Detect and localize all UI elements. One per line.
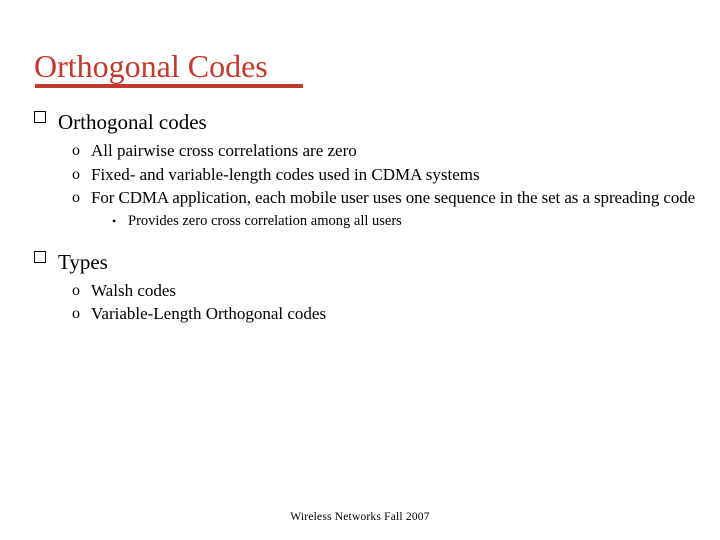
bullet-level2-item: o All pairwise cross correlations are ze… xyxy=(0,139,720,163)
slide-footer: Wireless Networks Fall 2007 xyxy=(290,511,430,523)
bullet-level1-orthogonal-codes: Orthogonal codes xyxy=(0,108,720,137)
slide-canvas: Orthogonal Codes Orthogonal codes o All … xyxy=(0,0,720,540)
page-title-text: Orthogonal Codes xyxy=(34,48,268,84)
box-bullet-icon xyxy=(34,249,52,267)
bullet-level1-label: Orthogonal codes xyxy=(58,110,207,134)
page-title: Orthogonal Codes xyxy=(34,48,268,84)
bullet-level2-item: o Fixed- and variable-length codes used … xyxy=(0,163,720,187)
bullet-level2-label: All pairwise cross correlations are zero xyxy=(91,141,357,160)
bullet-level2-label: Variable-Length Orthogonal codes xyxy=(91,304,327,323)
bullet-level2-label: Fixed- and variable-length codes used in… xyxy=(91,164,480,184)
title-underline xyxy=(35,84,303,88)
o-bullet-icon: o xyxy=(72,142,80,159)
o-bullet-icon: o xyxy=(72,189,80,206)
bullet-level3-item: • Provides zero cross correlation among … xyxy=(0,210,720,232)
dot-bullet-icon: • xyxy=(112,213,117,228)
o-bullet-icon: o xyxy=(72,281,80,299)
bullet-level3-label: Provides zero cross correlation among al… xyxy=(128,212,402,229)
bullet-level1-label: Types xyxy=(58,249,108,274)
bullet-level2-label: Walsh codes xyxy=(91,280,177,300)
bullet-level2-item: o For CDMA application, each mobile user… xyxy=(0,186,720,210)
bullet-level2-item: o Variable-Length Orthogonal codes xyxy=(0,302,720,326)
bullet-level1-types: Types xyxy=(0,248,720,277)
slide-body: Orthogonal codes o All pairwise cross co… xyxy=(0,108,720,326)
bullet-level2-label: For CDMA application, each mobile user u… xyxy=(91,188,696,207)
o-bullet-icon: o xyxy=(72,165,80,183)
box-bullet-icon xyxy=(34,109,52,127)
bullet-level2-item: o Walsh codes xyxy=(0,279,720,303)
o-bullet-icon: o xyxy=(72,305,80,322)
